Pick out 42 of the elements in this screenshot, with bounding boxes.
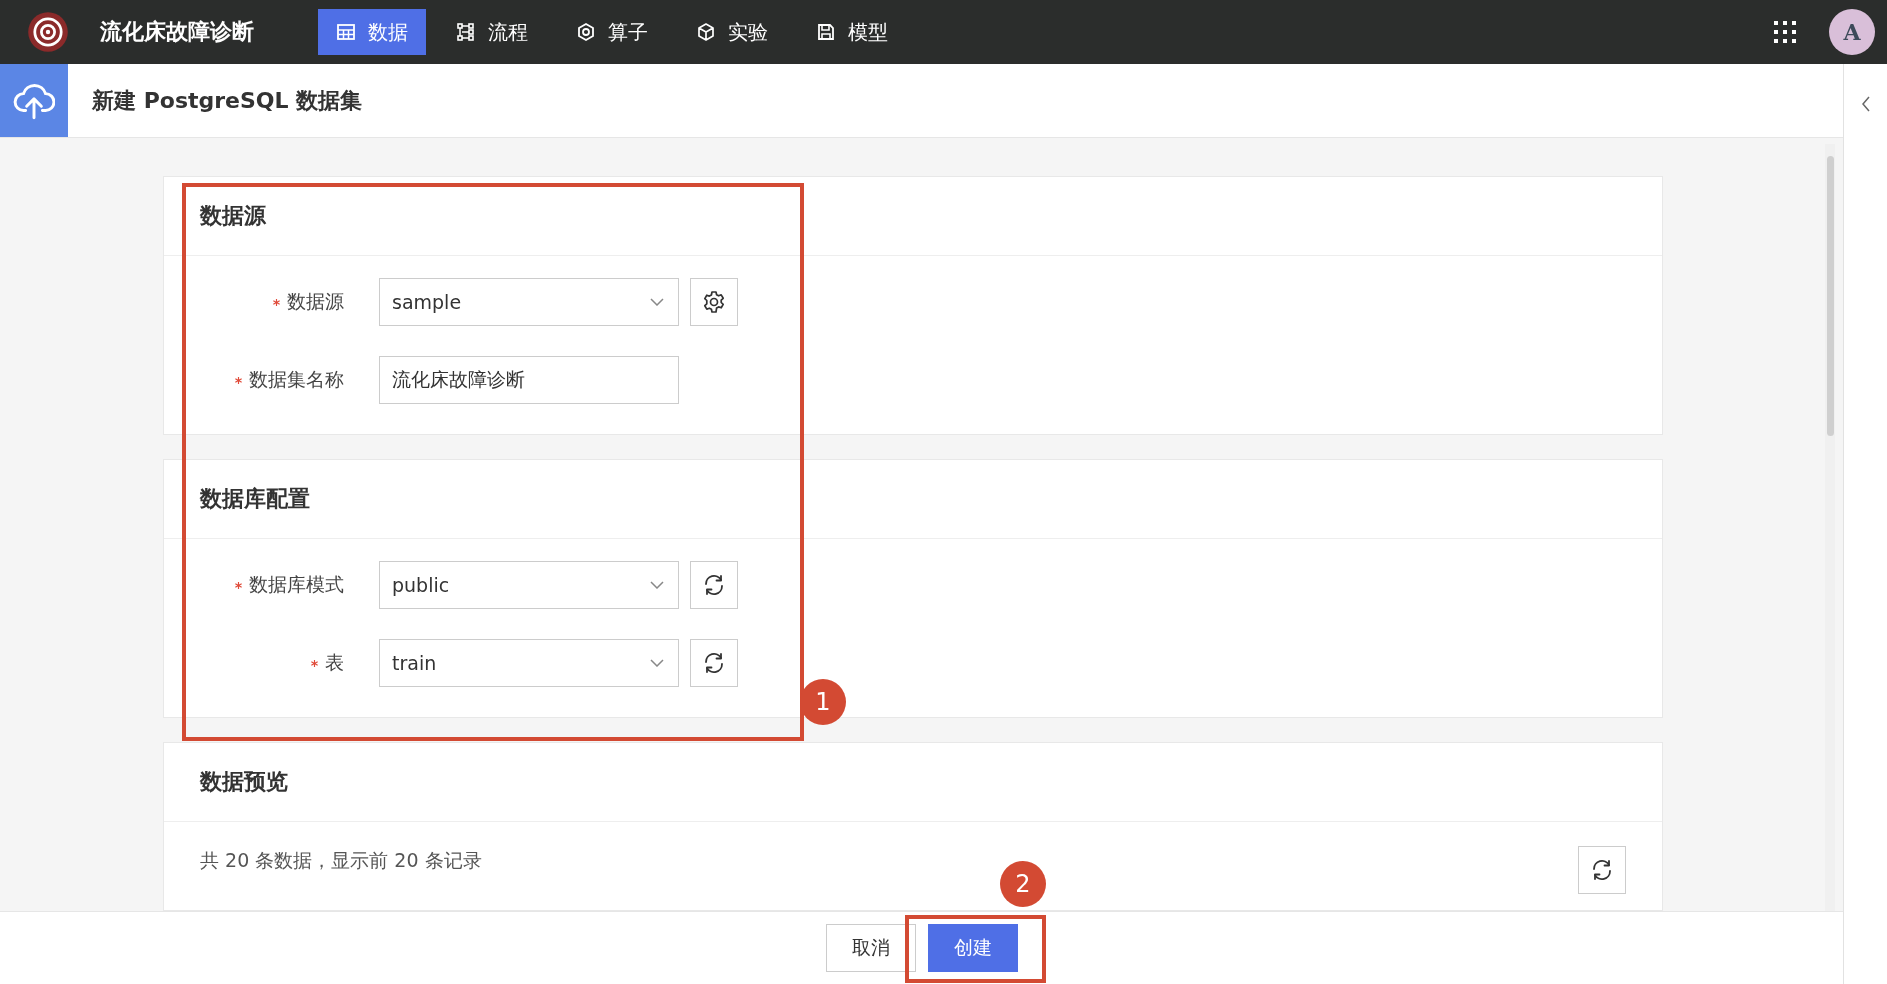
refresh-icon [702,573,726,597]
chevron-down-icon [650,659,664,667]
field-label: 数据源 [287,289,344,314]
flow-icon [456,22,476,42]
chevron-down-icon [650,298,664,306]
field-label: 表 [325,650,344,675]
refresh-icon [702,651,726,675]
refresh-button[interactable] [690,561,738,609]
create-button[interactable]: 创建 [927,924,1018,972]
nav-tab[interactable]: 算子 [558,9,666,55]
settings-button[interactable] [690,278,738,326]
cancel-button[interactable]: 取消 [825,924,916,972]
section-title: 数据预览 [200,768,288,796]
scrollbar[interactable] [1825,144,1835,911]
apps-grid-icon[interactable] [1773,20,1797,44]
nav-tab[interactable]: 流程 [438,9,546,55]
select-field[interactable]: train [379,639,679,687]
settings-icon [702,290,726,314]
section-title: 数据源 [200,202,266,230]
select-field[interactable]: sample [379,278,679,326]
hexagon-icon [576,22,596,42]
save-icon [816,22,836,42]
nav-tab[interactable]: 实验 [678,9,786,55]
chevron-down-icon [650,581,664,589]
page-title: 新建 PostgreSQL 数据集 [92,86,363,115]
field-label: 数据集名称 [249,367,344,392]
chevron-left-icon[interactable] [1860,96,1871,112]
section-title: 数据库配置 [200,485,310,513]
select-field[interactable]: public [379,561,679,609]
refresh-button[interactable] [1578,846,1626,894]
table-icon [336,22,356,42]
cube-icon [696,22,716,42]
record-summary: 共 20 条数据，显示前 20 条记录 [200,848,482,873]
user-avatar[interactable]: A [1829,9,1875,55]
nav-tab[interactable]: 数据 [318,9,426,55]
input-field[interactable]: 流化床故障诊断 [379,356,679,404]
nav-tab[interactable]: 模型 [798,9,906,55]
field-label: 数据库模式 [249,572,344,597]
refresh-button[interactable] [690,639,738,687]
refresh-icon [1590,858,1614,882]
app-title: 流化床故障诊断 [100,18,254,46]
logo-icon [26,10,70,54]
